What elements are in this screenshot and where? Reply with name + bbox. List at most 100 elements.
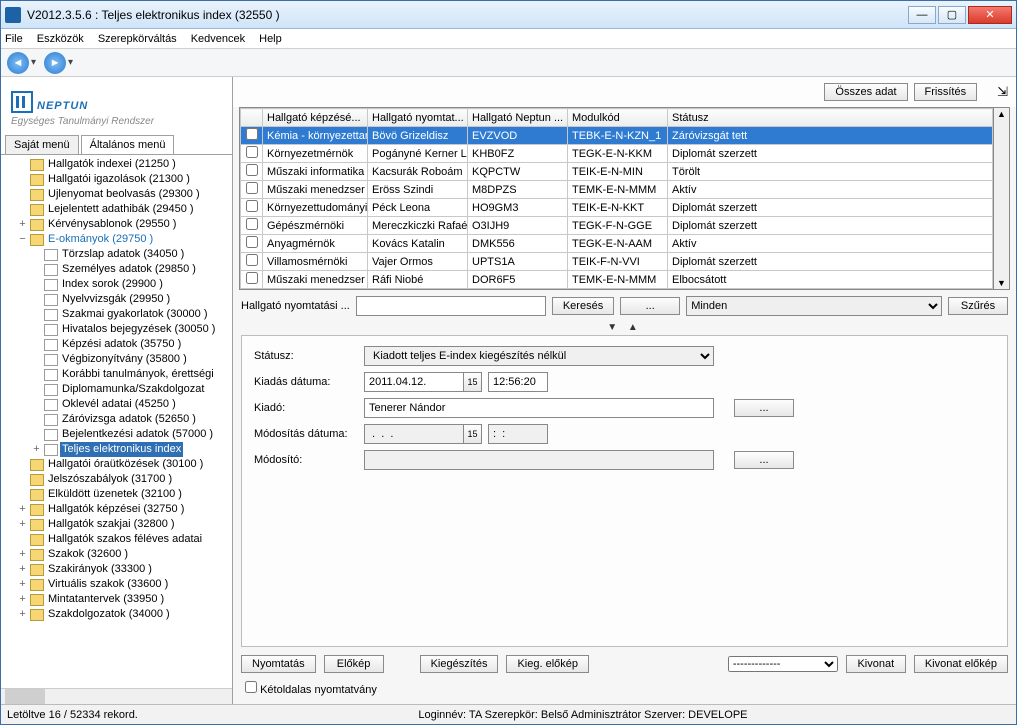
table-row[interactable]: VillamosmérnökiVajer OrmosUPTS1ATEIK-F-N…	[241, 253, 993, 271]
table-row[interactable]: AnyagmérnökKovács KatalinDMK556TEGK-E-N-…	[241, 235, 993, 253]
grid-header[interactable]	[241, 109, 263, 127]
row-checkbox[interactable]	[246, 272, 258, 284]
back-button[interactable]: ◄	[7, 52, 29, 74]
tab-own-menu[interactable]: Saját menü	[5, 135, 79, 154]
tree-item[interactable]: Hallgatói igazolások (21300 )	[3, 172, 232, 187]
row-checkbox[interactable]	[246, 254, 258, 266]
extract-preview-button[interactable]: Kivonat előkép	[914, 655, 1008, 673]
search-more-button[interactable]: ...	[620, 297, 680, 315]
back-dropdown-icon[interactable]: ▾	[31, 57, 36, 68]
issue-date-input[interactable]	[364, 372, 464, 392]
menu-fav[interactable]: Kedvencek	[191, 33, 245, 45]
table-row[interactable]: KörnyezettudományiPéck LeonaHO9GM3TEIK-E…	[241, 199, 993, 217]
issuer-browse-button[interactable]: ...	[734, 399, 794, 417]
table-row[interactable]: Műszaki menedzserEröss SzindiM8DPZSTEMK-…	[241, 181, 993, 199]
search-button[interactable]: Keresés	[552, 297, 614, 315]
search-input[interactable]	[356, 296, 546, 316]
menu-role[interactable]: Szerepkörváltás	[98, 33, 177, 45]
tree-item[interactable]: Képzési adatok (35750 )	[3, 337, 232, 352]
extract-select[interactable]: -------------	[728, 656, 838, 672]
tree-item[interactable]: Szakmai gyakorlatok (30000 )	[3, 307, 232, 322]
tree-item[interactable]: +Virtuális szakok (33600 )	[3, 577, 232, 592]
tree-item[interactable]: −E-okmányok (29750 )	[3, 232, 232, 247]
grid-header[interactable]: Hallgató nyomtat...	[368, 109, 468, 127]
data-grid[interactable]: Hallgató képzésé...Hallgató nyomtat...Ha…	[239, 107, 994, 290]
grid-header[interactable]: Státusz	[668, 109, 993, 127]
calendar-icon[interactable]: 15	[464, 372, 482, 392]
tree-item[interactable]: Hallgatói óraütközések (30100 )	[3, 457, 232, 472]
pin-icon[interactable]: ⇲	[997, 84, 1008, 100]
tree-item[interactable]: Diplomamunka/Szakdolgozat	[3, 382, 232, 397]
tree-item[interactable]: +Mintatantervek (33950 )	[3, 592, 232, 607]
search-scope-select[interactable]: Minden	[686, 296, 942, 316]
tree-item[interactable]: +Szakdolgozatok (34000 )	[3, 607, 232, 622]
maximize-button[interactable]: ▢	[938, 6, 966, 24]
issuer-input[interactable]	[364, 398, 714, 418]
tree-hscroll[interactable]	[1, 688, 232, 704]
tree-item[interactable]: Törzslap adatok (34050 )	[3, 247, 232, 262]
print-button[interactable]: Nyomtatás	[241, 655, 316, 673]
close-button[interactable]: ✕	[968, 6, 1012, 24]
table-row[interactable]: Kémia - környezettanBövö GrizeldiszEVZVO…	[241, 127, 993, 145]
grid-header[interactable]: Hallgató Neptun ...	[468, 109, 568, 127]
supplement-button[interactable]: Kiegészítés	[420, 655, 499, 673]
tree-item[interactable]: +Teljes elektronikus index	[3, 442, 232, 457]
all-data-button[interactable]: Összes adat	[824, 83, 907, 101]
forward-button[interactable]: ►	[44, 52, 66, 74]
row-checkbox[interactable]	[246, 164, 258, 176]
tree-item[interactable]: Ujlenyomat beolvasás (29300 )	[3, 187, 232, 202]
tree-item[interactable]: Bejelentkezési adatok (57000 )	[3, 427, 232, 442]
grid-header[interactable]: Hallgató képzésé...	[263, 109, 368, 127]
tree-item[interactable]: +Szakok (32600 )	[3, 547, 232, 562]
grid-header[interactable]: Modulkód	[568, 109, 668, 127]
splitter-icon[interactable]: ▼ ▲	[233, 322, 1016, 335]
tree-item[interactable]: Jelszószabályok (31700 )	[3, 472, 232, 487]
tree-item[interactable]: Index sorok (29900 )	[3, 277, 232, 292]
table-row[interactable]: GépészmérnökiMereczkiczki RafaélaO3IJH9T…	[241, 217, 993, 235]
supplement-preview-button[interactable]: Kieg. előkép	[506, 655, 589, 673]
tree-item[interactable]: +Hallgatók képzései (32750 )	[3, 502, 232, 517]
row-checkbox[interactable]	[246, 128, 258, 140]
tree-item[interactable]: +Kérvénysablonok (29550 )	[3, 217, 232, 232]
menu-help[interactable]: Help	[259, 33, 282, 45]
extract-button[interactable]: Kivonat	[846, 655, 906, 673]
row-checkbox[interactable]	[246, 236, 258, 248]
tree-item[interactable]: +Hallgatók szakjai (32800 )	[3, 517, 232, 532]
tree-item[interactable]: Záróvizsga adatok (52650 )	[3, 412, 232, 427]
tree-item[interactable]: Hallgatók szakos féléves adatai	[3, 532, 232, 547]
tree-item[interactable]: Személyes adatok (29850 )	[3, 262, 232, 277]
issue-time-input[interactable]	[488, 372, 548, 392]
filter-button[interactable]: Szűrés	[948, 297, 1008, 315]
forward-dropdown-icon[interactable]: ▾	[68, 57, 73, 68]
nav-tree[interactable]: Hallgatók indexei (21250 )Hallgatói igaz…	[1, 154, 232, 688]
moddate-input[interactable]	[364, 424, 464, 444]
modtime-input[interactable]	[488, 424, 548, 444]
tree-item[interactable]: Oklevél adatai (45250 )	[3, 397, 232, 412]
table-row[interactable]: Műszaki menedzserRáfi NiobéDOR6F5TEMK-E-…	[241, 271, 993, 289]
calendar-icon[interactable]: 15	[464, 424, 482, 444]
tree-item[interactable]: Hivatalos bejegyzések (30050 )	[3, 322, 232, 337]
tree-item[interactable]: Nyelvvizsgák (29950 )	[3, 292, 232, 307]
menu-tools[interactable]: Eszközök	[37, 33, 84, 45]
table-row[interactable]: Műszaki informatikaKacsurák RoboámKQPCTW…	[241, 163, 993, 181]
status-select[interactable]: Kiadott teljes E-index kiegészítés nélkü…	[364, 346, 714, 366]
row-checkbox[interactable]	[246, 218, 258, 230]
row-checkbox[interactable]	[246, 200, 258, 212]
tab-general-menu[interactable]: Általános menü	[81, 135, 175, 154]
duplex-checkbox[interactable]: Kétoldalas nyomtatvány	[245, 684, 377, 696]
refresh-button[interactable]: Frissítés	[914, 83, 978, 101]
row-checkbox[interactable]	[246, 146, 258, 158]
tree-item[interactable]: Korábbi tanulmányok, érettségi	[3, 367, 232, 382]
minimize-button[interactable]: —	[908, 6, 936, 24]
modby-input[interactable]	[364, 450, 714, 470]
preview-button[interactable]: Előkép	[324, 655, 384, 673]
tree-item[interactable]: Elküldött üzenetek (32100 )	[3, 487, 232, 502]
row-checkbox[interactable]	[246, 182, 258, 194]
table-row[interactable]: KörnyezetmérnökPogányné Kerner LorettaKH…	[241, 145, 993, 163]
grid-vscroll[interactable]: ▲▼	[994, 107, 1010, 290]
tree-item[interactable]: Végbizonyítvány (35800 )	[3, 352, 232, 367]
modby-browse-button[interactable]: ...	[734, 451, 794, 469]
menu-file[interactable]: File	[5, 33, 23, 45]
tree-item[interactable]: Hallgatók indexei (21250 )	[3, 157, 232, 172]
tree-item[interactable]: Lejelentett adathibák (29450 )	[3, 202, 232, 217]
